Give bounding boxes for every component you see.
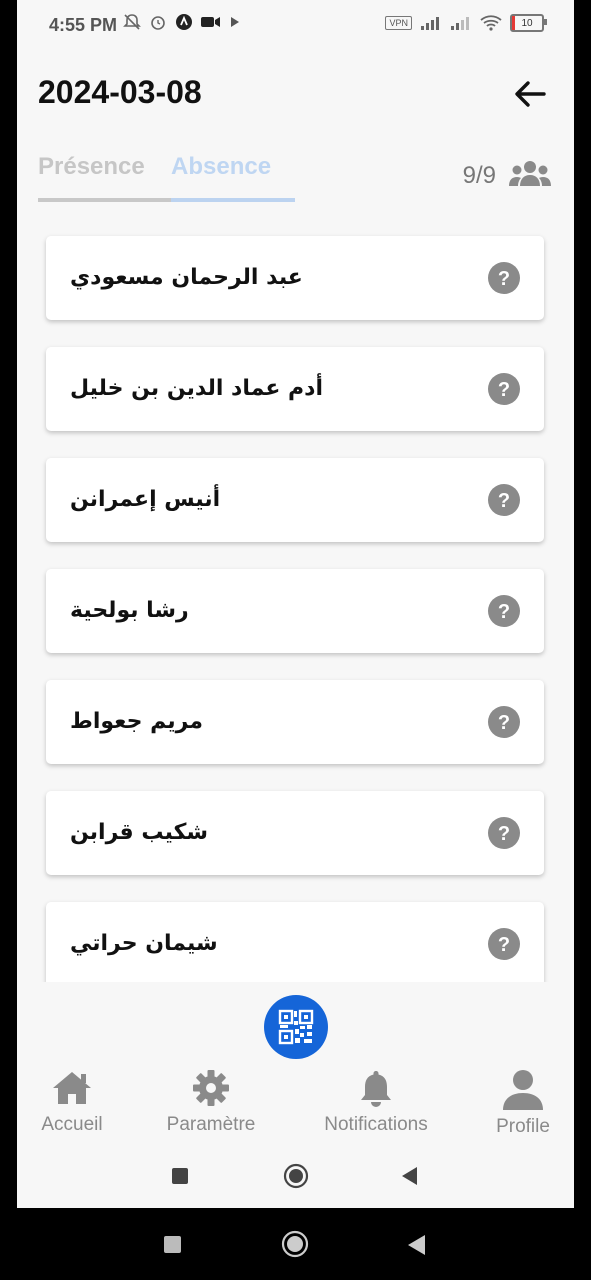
home-circle-icon[interactable]: [281, 1230, 309, 1258]
svg-text:?: ?: [498, 490, 510, 512]
question-icon[interactable]: ?: [488, 262, 520, 294]
group-users-icon: [509, 161, 551, 186]
vpn-badge: VPN: [385, 16, 412, 30]
nav-label-accueil: Accueil: [41, 1114, 103, 1135]
tab-absence[interactable]: Absence: [171, 153, 271, 181]
status-bar: 4:55 PM VPN 10: [17, 0, 574, 50]
back-triangle-icon[interactable]: [400, 1166, 418, 1186]
gear-icon: [193, 1070, 229, 1106]
status-icons-right: VPN 10: [385, 14, 547, 32]
recents-icon[interactable]: [163, 1235, 182, 1254]
nav-profile[interactable]: Profile: [487, 1068, 559, 1138]
svg-text:?: ?: [498, 268, 510, 290]
wifi-icon: [480, 15, 502, 31]
nav-label-profile: Profile: [496, 1116, 550, 1137]
list-item[interactable]: أنيس إعمرانن ?: [46, 458, 544, 542]
list-item[interactable]: أدم عماد الدين بن خليل ?: [46, 347, 544, 431]
qr-code-icon: [278, 1009, 314, 1045]
svg-text:?: ?: [498, 823, 510, 845]
student-count: 9/9: [462, 162, 496, 189]
student-name: شيمان حراتي: [70, 931, 218, 956]
signal-weak-icon: [451, 17, 469, 30]
home-circle-icon[interactable]: [283, 1163, 309, 1189]
svg-text:?: ?: [498, 379, 510, 401]
student-name: أدم عماد الدين بن خليل: [70, 376, 323, 401]
qr-scan-button[interactable]: [264, 995, 328, 1059]
svg-text:?: ?: [498, 601, 510, 623]
nav-label-parametre: Paramètre: [166, 1114, 256, 1135]
list-item[interactable]: شيمان حراتي ?: [46, 902, 544, 982]
question-icon[interactable]: ?: [488, 373, 520, 405]
battery-icon: 10: [510, 14, 547, 32]
student-name: رشا بولحية: [70, 598, 189, 623]
list-item[interactable]: شكيب قرابن ?: [46, 791, 544, 875]
student-name: عبد الرحمان مسعودي: [70, 265, 303, 290]
question-icon[interactable]: ?: [488, 595, 520, 627]
status-icons-left: [123, 13, 241, 31]
question-icon[interactable]: ?: [488, 817, 520, 849]
nav-accueil[interactable]: Accueil: [35, 1068, 109, 1136]
signal-icon: [421, 17, 439, 30]
tab-presence[interactable]: Présence: [38, 153, 145, 181]
home-icon: [53, 1072, 91, 1104]
alarm-icon: [151, 16, 165, 30]
arrow-left-icon[interactable]: [510, 74, 550, 114]
question-icon[interactable]: ?: [488, 706, 520, 738]
question-icon[interactable]: ?: [488, 484, 520, 516]
back-triangle-icon[interactable]: [406, 1234, 426, 1256]
student-list: عبد الرحمان مسعودي ? أدم عماد الدين بن خ…: [40, 222, 552, 982]
user-icon: [503, 1070, 543, 1110]
svg-text:?: ?: [498, 934, 510, 956]
status-time: 4:55 PM: [49, 15, 118, 35]
video-camera-icon: [201, 17, 220, 27]
tab-bar: Présence Absence: [38, 150, 295, 206]
recents-icon[interactable]: [171, 1167, 189, 1185]
nav-parametre[interactable]: Paramètre: [161, 1068, 261, 1136]
notifications-off-icon: [123, 14, 141, 30]
svg-text:?: ?: [498, 712, 510, 734]
bottom-nav: Accueil Paramètre Notifications Profile: [17, 1068, 574, 1148]
system-nav-inner: [17, 1152, 574, 1202]
list-item[interactable]: عبد الرحمان مسعودي ?: [46, 236, 544, 320]
nav-label-notifications: Notifications: [324, 1114, 428, 1135]
tab-indicator-presence: [38, 198, 171, 202]
play-icon: [231, 17, 239, 27]
student-name: شكيب قرابن: [70, 820, 209, 845]
app-a-icon: [176, 14, 192, 30]
student-name: أنيس إعمرانن: [70, 487, 221, 512]
nav-notifications[interactable]: Notifications: [315, 1068, 437, 1136]
student-name: مريم جعواط: [70, 709, 203, 734]
battery-level: 10: [521, 17, 533, 29]
app-screen: 4:55 PM VPN 10 2024-03-08 Présence Absen…: [17, 0, 574, 1208]
list-item[interactable]: رشا بولحية ?: [46, 569, 544, 653]
page-title: 2024-03-08: [38, 74, 202, 110]
list-item[interactable]: مريم جعواط ?: [46, 680, 544, 764]
bell-icon: [361, 1071, 391, 1107]
question-icon[interactable]: ?: [488, 928, 520, 960]
system-nav-outer: [0, 1212, 591, 1280]
tab-indicator-absence: [171, 198, 295, 202]
